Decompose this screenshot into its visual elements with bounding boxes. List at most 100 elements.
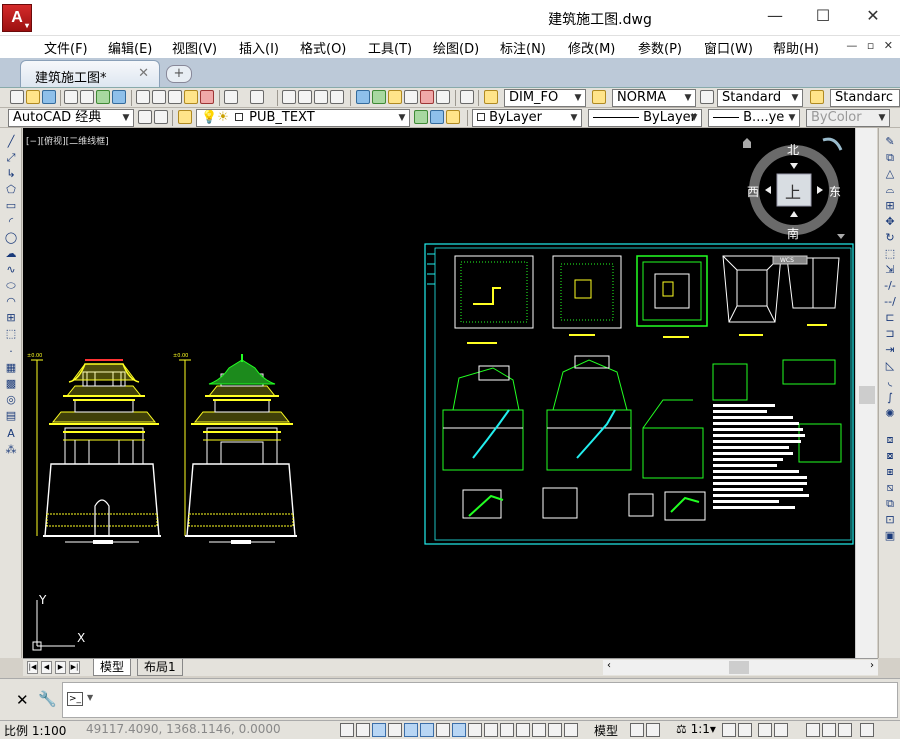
make-block-icon[interactable]: ⬚ <box>4 328 18 340</box>
layer-previous-icon[interactable] <box>430 110 444 124</box>
polygon-icon[interactable]: ⬠ <box>4 184 18 196</box>
block-editor-icon[interactable] <box>200 90 214 104</box>
polyline-icon[interactable]: ↳ <box>4 168 18 180</box>
menu-tools[interactable]: 工具(T) <box>368 38 412 57</box>
draworder-back-icon[interactable]: ⧇ <box>883 450 897 462</box>
dynamic-input-icon[interactable] <box>484 723 498 737</box>
explode-icon[interactable]: ✺ <box>883 408 897 420</box>
offset-icon[interactable]: ⌓ <box>883 184 897 196</box>
transparency-icon[interactable] <box>516 723 530 737</box>
layer-properties-icon[interactable] <box>178 110 192 124</box>
viewcube[interactable]: 上 北 南 东 西 <box>743 137 845 241</box>
pan-icon[interactable] <box>282 90 296 104</box>
next-layout-button[interactable]: ▶ <box>55 661 66 674</box>
clean-screen-icon[interactable] <box>860 723 874 737</box>
mirror-icon[interactable]: △ <box>883 168 897 180</box>
application-status-icon[interactable] <box>838 723 852 737</box>
textstyle-combo[interactable]: NORMA ▼ <box>612 89 696 107</box>
command-prompt-icon[interactable]: >_ <box>67 692 83 706</box>
zoom-window-icon[interactable] <box>314 90 328 104</box>
erase-icon[interactable]: ✎ <box>883 136 897 148</box>
publish-icon[interactable] <box>96 90 110 104</box>
insert-block-icon[interactable]: ⊞ <box>4 312 18 324</box>
menu-modify[interactable]: 修改(M) <box>568 38 615 57</box>
dimstyle-combo[interactable]: DIM_FO ▼ <box>504 89 586 107</box>
menu-parametric[interactable]: 参数(P) <box>638 38 682 57</box>
annotation-scale[interactable]: ⚖ 1:1▾ <box>676 722 716 736</box>
quick-properties-icon[interactable] <box>532 723 546 737</box>
scroll-left-icon[interactable]: ‹ <box>607 660 611 671</box>
point-icon[interactable]: · <box>4 346 18 358</box>
save-icon[interactable] <box>42 90 56 104</box>
quick-view-layouts-icon[interactable] <box>630 723 644 737</box>
annotation-monitor-icon[interactable] <box>564 723 578 737</box>
table-style-icon[interactable] <box>700 90 714 104</box>
workspace-settings-icon[interactable] <box>138 110 152 124</box>
multiline-text-icon[interactable]: A <box>4 428 18 440</box>
viewcube-menu-icon[interactable] <box>837 234 845 239</box>
properties-icon[interactable] <box>356 90 370 104</box>
cut-icon[interactable] <box>136 90 150 104</box>
viewcube-top-face[interactable]: 上 <box>785 183 801 202</box>
menu-insert[interactable]: 插入(I) <box>239 38 279 57</box>
wcs-label[interactable]: WCS <box>780 257 794 264</box>
menu-file[interactable]: 文件(F) <box>44 38 88 57</box>
redo-icon[interactable] <box>250 90 264 104</box>
first-layout-button[interactable]: |◀ <box>27 661 38 674</box>
3d-print-icon[interactable] <box>112 90 126 104</box>
design-center-icon[interactable] <box>372 90 386 104</box>
vertical-scroll-thumb[interactable] <box>859 386 875 404</box>
draworder-below-icon[interactable]: ⧅ <box>883 482 897 494</box>
mdi-window-controls[interactable]: — ▫ ✕ <box>846 39 896 52</box>
print-preview-icon[interactable] <box>80 90 94 104</box>
line-icon[interactable]: ╱ <box>4 136 18 148</box>
object-snap-tracking-icon[interactable] <box>452 723 466 737</box>
isolate-objects-icon[interactable] <box>822 723 836 737</box>
make-current-layer-icon[interactable] <box>414 110 428 124</box>
auto-scale-icon[interactable] <box>738 723 752 737</box>
arc-icon[interactable]: ◜ <box>4 216 18 228</box>
compass-north[interactable]: 北 <box>787 143 799 157</box>
selection-cycling-icon[interactable] <box>548 723 562 737</box>
object-snap-icon[interactable] <box>420 723 434 737</box>
compass-west[interactable]: 西 <box>747 185 759 199</box>
3d-object-snap-icon[interactable] <box>436 723 450 737</box>
zoom-realtime-icon[interactable] <box>298 90 312 104</box>
command-input[interactable]: >_ ▼ <box>62 682 898 718</box>
vertical-scrollbar[interactable] <box>855 128 877 658</box>
draworder-icon[interactable]: ⧈ <box>883 434 897 446</box>
home-icon[interactable] <box>743 138 751 148</box>
construction-line-icon[interactable]: ⤢ <box>4 152 18 164</box>
maximize-button[interactable]: ☐ <box>808 6 838 28</box>
scale-icon[interactable]: ⬚ <box>883 248 897 260</box>
join-icon[interactable]: ⇥ <box>883 344 897 356</box>
rotate-arrow-icon[interactable] <box>822 137 843 151</box>
tab-model[interactable]: 模型 <box>93 659 132 676</box>
blend-icon[interactable]: ∫ <box>883 392 897 404</box>
new-tab-button[interactable]: + <box>166 65 192 83</box>
grid-display-icon[interactable] <box>372 723 386 737</box>
last-layout-button[interactable]: ▶| <box>69 661 80 674</box>
sheet-set-icon[interactable] <box>404 90 418 104</box>
new-file-icon[interactable] <box>10 90 24 104</box>
recent-commands-dropdown-icon[interactable]: ▼ <box>87 693 93 702</box>
menu-dimension[interactable]: 标注(N) <box>500 38 546 57</box>
break-at-point-icon[interactable]: ⊏ <box>883 312 897 324</box>
workspace-combo[interactable]: AutoCAD 经典 ▼ <box>8 109 134 127</box>
layer-state-icon[interactable] <box>446 110 460 124</box>
dynamic-ucs-icon[interactable] <box>468 723 482 737</box>
close-tab-icon[interactable]: ✕ <box>138 66 149 81</box>
rectangle-icon[interactable]: ▭ <box>4 200 18 212</box>
table-icon[interactable]: ▤ <box>4 410 18 422</box>
close-command-line-icon[interactable]: ✕ <box>16 691 29 709</box>
compass-east[interactable]: 东 <box>829 185 841 199</box>
region-icon[interactable]: ◎ <box>4 394 18 406</box>
hardware-acceleration-icon[interactable] <box>806 723 820 737</box>
viewcube-arrow-right-icon[interactable] <box>817 186 823 194</box>
copy-object-icon[interactable]: ⧉ <box>883 152 897 164</box>
dimension-style-icon[interactable] <box>592 90 606 104</box>
ellipse-arc-icon[interactable]: ◠ <box>4 296 18 308</box>
workspace-switching-icon[interactable] <box>758 723 772 737</box>
break-icon[interactable]: ⊐ <box>883 328 897 340</box>
close-window-button[interactable]: ✕ <box>858 6 888 28</box>
